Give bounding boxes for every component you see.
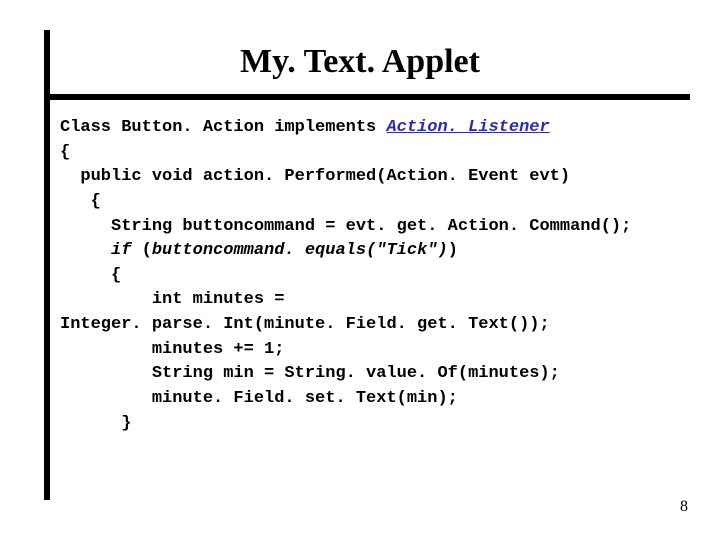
page-number: 8 — [680, 498, 688, 516]
code-line-1a: Class Button. Action implements — [60, 118, 386, 137]
horizontal-rule — [44, 94, 690, 100]
code-line-7: { — [60, 266, 121, 285]
code-line-2: { — [60, 143, 70, 162]
code-line-11: String min = String. value. Of(minutes); — [60, 364, 560, 383]
code-interface: Action. Listener — [386, 118, 549, 137]
page-title: My. Text. Applet — [0, 44, 720, 80]
slide: My. Text. Applet Class Button. Action im… — [0, 0, 720, 540]
code-line-8: int minutes = — [60, 290, 284, 309]
code-condition: buttoncommand. equals("Tick") — [152, 241, 448, 260]
code-keyword-if: if — [111, 241, 131, 260]
code-line-4: { — [60, 192, 101, 211]
code-line-9: Integer. parse. Int(minute. Field. get. … — [60, 315, 550, 334]
vertical-rule — [44, 30, 50, 500]
code-line-3: public void action. Performed(Action. Ev… — [60, 167, 570, 186]
code-line-6e: ) — [448, 241, 458, 260]
code-block: Class Button. Action implements Action. … — [60, 116, 690, 436]
code-line-6c: ( — [131, 241, 151, 260]
code-line-6a — [60, 241, 111, 260]
code-line-5: String buttoncommand = evt. get. Action.… — [60, 217, 631, 236]
title-container: My. Text. Applet — [0, 44, 720, 80]
code-line-13: } — [60, 414, 131, 433]
code-line-10: minutes += 1; — [60, 340, 284, 359]
code-line-12: minute. Field. set. Text(min); — [60, 389, 458, 408]
